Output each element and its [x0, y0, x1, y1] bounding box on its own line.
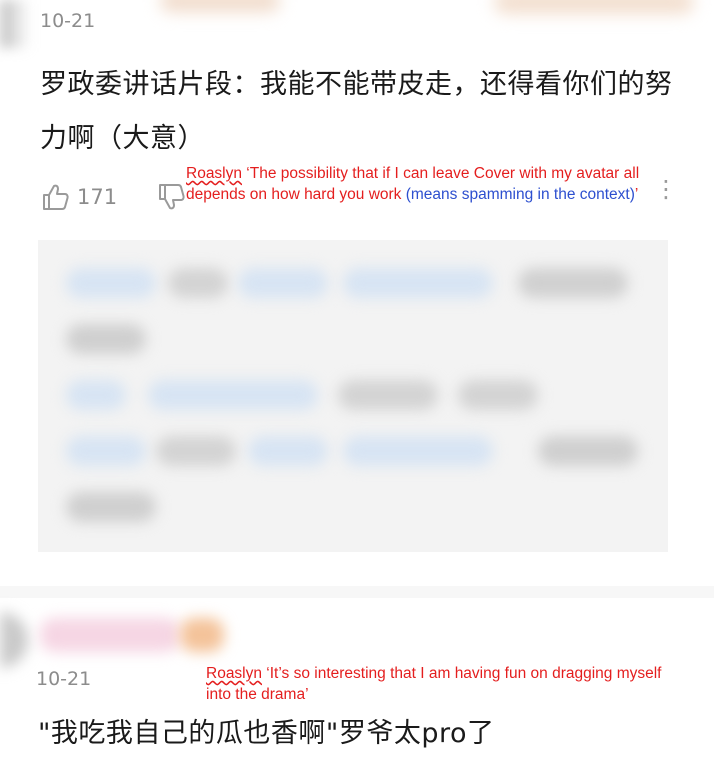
- username[interactable]: [40, 618, 180, 652]
- blurred-text: [168, 268, 228, 298]
- annotation-close: ’: [634, 186, 639, 203]
- blurred-text: [66, 324, 146, 354]
- blurred-text: [458, 380, 538, 410]
- blurred-top-left: [0, 0, 30, 48]
- annotation-note: (means spamming in the context): [405, 186, 635, 203]
- section-divider: [0, 586, 714, 598]
- blurred-text: [343, 436, 493, 466]
- blurred-text: [538, 436, 638, 466]
- blurred-text: [343, 268, 493, 298]
- annotation-quote: ‘It’s so interesting that I am having fu…: [206, 665, 662, 703]
- translation-annotation: Roaslyn ‘The possibility that if I can l…: [186, 163, 684, 205]
- thumbs-up-icon[interactable]: [40, 182, 70, 212]
- blurred-top-right: [494, 0, 694, 14]
- blurred-text: [238, 268, 328, 298]
- translation-annotation: Roaslyn ‘It’s so interesting that I am h…: [206, 663, 676, 705]
- annotation-author: Roaslyn: [206, 665, 262, 682]
- blurred-replies-panel: [38, 240, 668, 552]
- post-text: "我吃我自己的瓜也香啊"罗爷太pro了: [38, 718, 495, 749]
- blurred-text: [338, 380, 438, 410]
- blurred-text: [248, 436, 328, 466]
- blurred-text: [156, 436, 236, 466]
- annotation-author: Roaslyn: [186, 165, 242, 182]
- like-count: 171: [77, 185, 118, 209]
- post-date: 10-21: [36, 668, 92, 690]
- thumbs-down-icon[interactable]: [156, 182, 186, 212]
- blurred-text: [66, 492, 156, 522]
- blurred-text: [148, 380, 318, 410]
- post-text: 罗政委讲话片段：我能不能带皮走，还得看你们的努力啊（大意）: [40, 69, 673, 154]
- avatar[interactable]: [0, 612, 28, 668]
- blurred-text: [518, 268, 628, 298]
- post-date: 10-21: [40, 10, 96, 32]
- user-badge: [180, 618, 224, 652]
- blurred-text: [66, 436, 146, 466]
- blurred-text: [66, 380, 126, 410]
- blurred-top-middle: [160, 0, 280, 12]
- blurred-text: [66, 268, 156, 298]
